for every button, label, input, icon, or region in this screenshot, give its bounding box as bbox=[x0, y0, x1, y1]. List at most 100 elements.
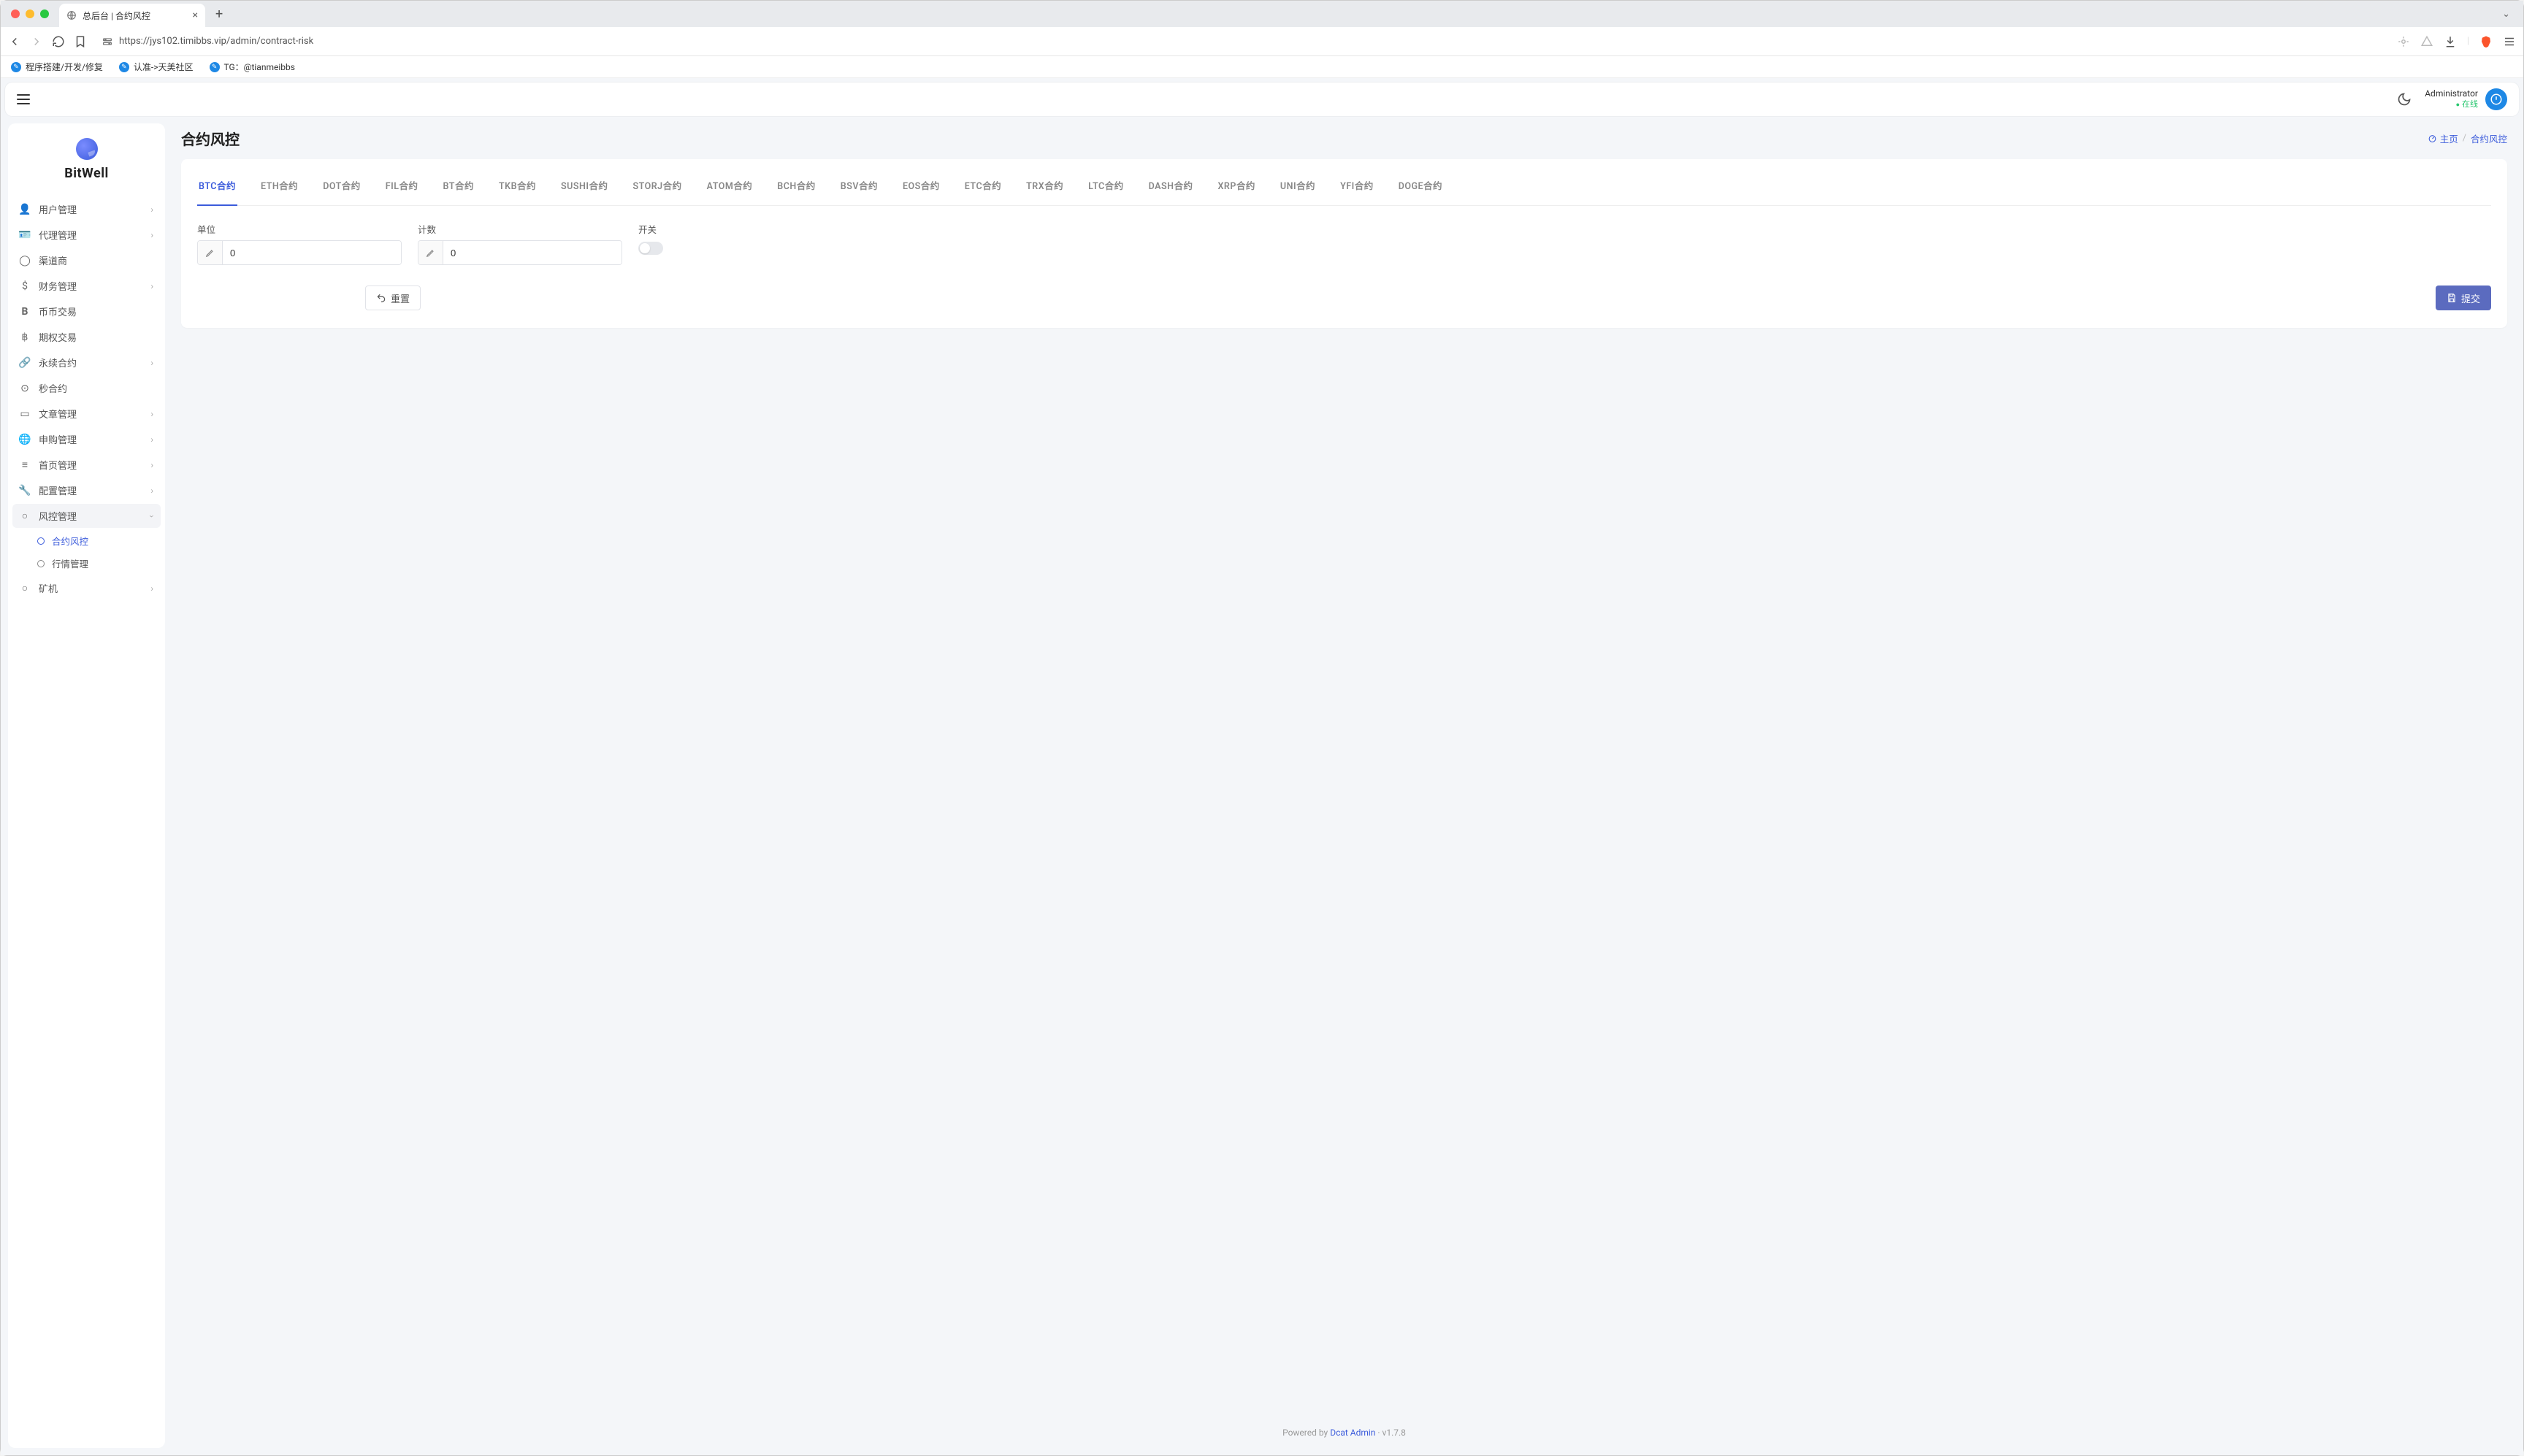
contract-tab[interactable]: DASH合约 bbox=[1147, 172, 1195, 201]
contract-tab[interactable]: DOT合约 bbox=[321, 172, 362, 201]
back-icon[interactable] bbox=[8, 35, 21, 48]
brand[interactable]: BitWell bbox=[12, 138, 161, 197]
unit-input[interactable] bbox=[223, 241, 401, 264]
contract-tab[interactable]: STORJ合约 bbox=[631, 172, 683, 201]
sidebar-item[interactable]: 🔧配置管理› bbox=[12, 478, 161, 502]
browser-tab[interactable]: 总后台 | 合约风控 × bbox=[59, 4, 205, 27]
switch-toggle[interactable] bbox=[638, 242, 663, 255]
sidebar-item[interactable]: 🔗永续合约› bbox=[12, 350, 161, 375]
sidebar-item[interactable]: ฿期权交易 bbox=[12, 325, 161, 349]
extensions-icon[interactable] bbox=[2397, 35, 2410, 48]
chevron-right-icon: › bbox=[150, 230, 153, 240]
chevron-right-icon: › bbox=[150, 204, 153, 215]
contract-tabs: BTC合约 ETH合约 DOT合约 FIL合约 BT合约 TKB合约 SUSHI合约 STOR… bbox=[197, 172, 2491, 206]
download-icon[interactable] bbox=[2444, 35, 2457, 48]
close-window-icon[interactable] bbox=[11, 9, 20, 18]
brave-shield-icon[interactable] bbox=[2479, 35, 2493, 48]
globe-icon bbox=[66, 10, 77, 20]
contract-tab[interactable]: BT合约 bbox=[442, 172, 475, 201]
count-field: 计数 bbox=[418, 222, 622, 265]
tab-close-icon[interactable]: × bbox=[193, 10, 198, 20]
site-settings-icon[interactable] bbox=[102, 36, 113, 47]
rewards-icon[interactable] bbox=[2420, 35, 2433, 48]
sidebar-subitem[interactable]: 行情管理 bbox=[30, 552, 161, 575]
contract-tab[interactable]: UNI合约 bbox=[1279, 172, 1317, 201]
window-controls bbox=[7, 9, 53, 18]
contract-tab[interactable]: BCH合约 bbox=[776, 172, 817, 201]
sidebar-item-label: 用户管理 bbox=[39, 202, 77, 216]
sidebar-item[interactable]: ◯渠道商 bbox=[12, 248, 161, 272]
contract-tab[interactable]: XRP合约 bbox=[1217, 172, 1257, 201]
bookmark-label: 认准->天美社区 bbox=[134, 61, 194, 73]
sidebar-item[interactable]: B币币交易 bbox=[12, 299, 161, 323]
bookmark-label: 程序搭建/开发/修复 bbox=[26, 61, 103, 73]
contract-tab[interactable]: ATOM合约 bbox=[705, 172, 754, 201]
sidebar-subitem[interactable]: 合约风控 bbox=[30, 529, 161, 552]
user-menu[interactable]: Administrator 在线 bbox=[2425, 88, 2507, 110]
minimize-window-icon[interactable] bbox=[26, 9, 34, 18]
sidebar-item[interactable]: $财务管理› bbox=[12, 274, 161, 298]
menu-icon: 🪪 bbox=[18, 229, 31, 241]
edit-icon bbox=[198, 241, 223, 264]
reset-button[interactable]: 重置 bbox=[365, 286, 421, 310]
contract-tab[interactable]: SUSHI合约 bbox=[559, 172, 609, 201]
save-icon bbox=[2447, 293, 2457, 303]
contract-tab[interactable]: ETH合约 bbox=[259, 172, 299, 201]
bookmark-icon[interactable] bbox=[74, 35, 87, 48]
tabs-overflow-icon[interactable]: ⌄ bbox=[2495, 9, 2517, 20]
contract-tab[interactable]: TRX合约 bbox=[1025, 172, 1065, 201]
reload-icon[interactable] bbox=[52, 35, 65, 48]
sidebar-item-label: 风控管理 bbox=[39, 509, 77, 523]
theme-toggle-icon[interactable] bbox=[2397, 92, 2412, 107]
contract-tab[interactable]: YFI合约 bbox=[1339, 172, 1375, 201]
contract-tab[interactable]: LTC合约 bbox=[1087, 172, 1125, 201]
sidebar-item[interactable]: ≡首页管理› bbox=[12, 453, 161, 477]
switch-field: 开关 bbox=[638, 222, 663, 265]
bookmark-label: TG：@tianmeibbs bbox=[224, 61, 295, 73]
new-tab-button[interactable]: + bbox=[211, 7, 227, 22]
avatar bbox=[2485, 88, 2507, 110]
contract-tab[interactable]: BSV合约 bbox=[839, 172, 879, 201]
user-status: 在线 bbox=[2425, 99, 2478, 110]
sidebar-item[interactable]: ⊙秒合约 bbox=[12, 376, 161, 400]
contract-tab[interactable]: FIL合约 bbox=[384, 172, 420, 201]
contract-tab[interactable]: BTC合约 bbox=[197, 172, 237, 201]
sidebar-item-label: 配置管理 bbox=[39, 483, 77, 497]
chevron-right-icon: › bbox=[147, 515, 157, 518]
sidebar-subitem-label: 行情管理 bbox=[52, 556, 88, 570]
menu-icon: ▭ bbox=[18, 408, 31, 420]
menu-icon[interactable] bbox=[2503, 35, 2516, 48]
bookmark-item[interactable]: ✎程序搭建/开发/修复 bbox=[11, 61, 103, 73]
chevron-right-icon: › bbox=[150, 358, 153, 368]
sidebar: BitWell 👤用户管理›🪪代理管理›◯渠道商$财务管理›B币币交易฿期权交易… bbox=[8, 123, 165, 1448]
sidebar-item-label: 代理管理 bbox=[39, 228, 77, 242]
menu-icon: $ bbox=[18, 280, 31, 292]
sidebar-item[interactable]: 👤用户管理› bbox=[12, 197, 161, 221]
sidebar-toggle-button[interactable] bbox=[17, 94, 30, 104]
edit-icon bbox=[418, 241, 443, 264]
count-input[interactable] bbox=[443, 241, 622, 264]
sidebar-item[interactable]: ○矿机› bbox=[12, 576, 161, 600]
contract-tab[interactable]: TKB合约 bbox=[497, 172, 538, 201]
contract-tab[interactable]: ETC合约 bbox=[963, 172, 1003, 201]
contract-tab[interactable]: DOGE合约 bbox=[1397, 172, 1444, 201]
maximize-window-icon[interactable] bbox=[40, 9, 49, 18]
sidebar-item[interactable]: ○风控管理› bbox=[12, 504, 161, 528]
user-name: Administrator bbox=[2425, 88, 2478, 100]
url-field[interactable]: https://jys102.timibbs.vip/admin/contrac… bbox=[96, 36, 2388, 47]
breadcrumb-home[interactable]: 主页 bbox=[2428, 131, 2458, 145]
bookmarks-bar: ✎程序搭建/开发/修复 ✎认准->天美社区 ✎TG：@tianmeibbs bbox=[1, 56, 2523, 78]
chevron-right-icon: › bbox=[150, 409, 153, 419]
sidebar-item[interactable]: 🪪 代理管理 › bbox=[12, 223, 161, 247]
footer-link[interactable]: Dcat Admin bbox=[1330, 1428, 1375, 1438]
sidebar-item[interactable]: 🌐申购管理› bbox=[12, 427, 161, 451]
bookmark-item[interactable]: ✎认准->天美社区 bbox=[119, 61, 194, 73]
url-text: https://jys102.timibbs.vip/admin/contrac… bbox=[119, 36, 313, 47]
footer: Powered by Dcat Admin · v1.7.8 bbox=[181, 1420, 2507, 1448]
bookmark-item[interactable]: ✎TG：@tianmeibbs bbox=[210, 61, 295, 73]
breadcrumb: 主页 / 合约风控 bbox=[2428, 131, 2507, 145]
sidebar-item[interactable]: ▭文章管理› bbox=[12, 402, 161, 426]
contract-tab[interactable]: EOS合约 bbox=[901, 172, 941, 201]
forward-icon[interactable] bbox=[30, 35, 43, 48]
submit-button[interactable]: 提交 bbox=[2436, 286, 2491, 310]
